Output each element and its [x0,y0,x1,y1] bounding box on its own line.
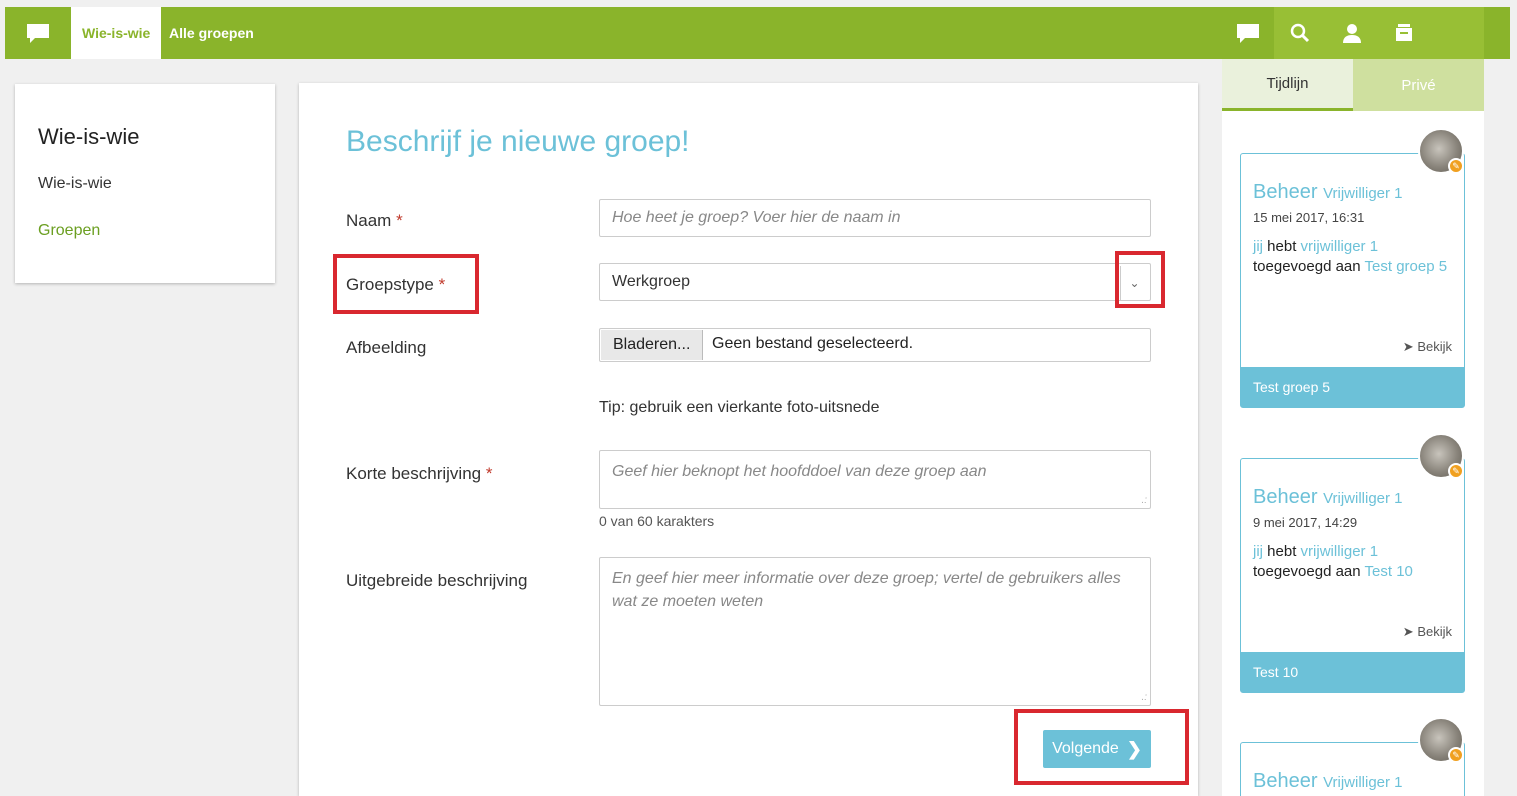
user-icon [1343,24,1361,43]
view-link-label: Bekijk [1417,339,1452,354]
object-link[interactable]: vrijwilliger 1 [1301,238,1379,255]
view-link[interactable]: ➤ Bekijk [1403,339,1452,355]
profile-button[interactable] [1326,7,1378,59]
actor-link[interactable]: jij [1253,238,1263,255]
avatar[interactable]: ✎ [1418,128,1464,174]
file-status: Geen bestand geselecteerd. [712,335,914,352]
sidebar-item-wie-is-wie[interactable]: Wie-is-wie [38,175,112,193]
long-description-textarea[interactable]: En geef hier meer informatie over deze g… [599,557,1151,706]
name-label: Naam * [346,211,403,231]
long-description-placeholder: En geef hier meer informatie over deze g… [612,570,1121,610]
activity-panel: Tijdlijn Privé ✎ Beheer Vrijwilliger 1 1… [1222,59,1484,796]
top-navigation-bar: Wie-is-wie Alle groepen [5,7,1510,59]
message-phrase: toegevoegd aan [1253,258,1361,275]
edit-badge-icon: ✎ [1448,463,1464,479]
chat-toggle-button[interactable] [1222,7,1274,59]
message-verb: hebt [1267,543,1297,560]
long-description-label: Uitgebreide beschrijving [346,571,528,590]
author-role: Vrijwilliger 1 [1323,185,1403,202]
image-label: Afbeelding [346,338,427,357]
name-input-placeholder: Hoe heet je groep? Voer hier de naam in [612,209,901,226]
author-name: Beheer [1253,770,1318,792]
browse-button[interactable]: Bladeren... [601,330,704,360]
target-link[interactable]: Test groep 5 [1365,258,1448,275]
group-type-select[interactable]: Werkgroep ⌄ [599,263,1151,301]
image-tip: Tip: gebruik een vierkante foto-uitsnede [599,399,880,416]
sidebar-title: Wie-is-wie [38,124,140,149]
avatar[interactable]: ✎ [1418,717,1464,763]
activity-card: ✎ Beheer Vrijwilliger 1 [1240,717,1465,796]
chat-button[interactable] [5,7,71,59]
tab-tijdlijn[interactable]: Tijdlijn [1222,59,1353,111]
activity-card: ✎ Beheer Vrijwilliger 1 15 mei 2017, 16:… [1240,128,1465,408]
author-role: Vrijwilliger 1 [1323,490,1403,507]
required-mark: * [396,211,403,230]
name-label-text: Naam [346,211,392,230]
chat-icon [1237,24,1259,43]
activity-group-footer[interactable]: Test groep 5 [1241,367,1464,407]
resize-handle-icon[interactable]: .: [1141,693,1147,703]
author-name: Beheer [1253,181,1318,203]
activity-message: jij hebt vrijwilliger 1 toegevoegd aan T… [1253,237,1452,277]
inbox-icon [1396,24,1412,41]
short-description-textarea[interactable]: Geef hier beknopt het hoofddoel van deze… [599,450,1151,509]
sidebar-item-groepen[interactable]: Groepen [38,222,100,240]
activity-group-footer[interactable]: Test 10 [1241,652,1464,692]
search-icon [1290,23,1310,43]
nav-tab-wie-is-wie[interactable]: Wie-is-wie [71,7,162,59]
resize-handle-icon[interactable]: .: [1141,496,1147,506]
short-description-label-text: Korte beschrijving [346,464,482,483]
new-group-form: Beschrijf je nieuwe groep! Naam * Hoe he… [299,83,1198,796]
edit-badge-icon: ✎ [1448,158,1464,174]
name-input[interactable]: Hoe heet je groep? Voer hier de naam in [599,199,1151,237]
character-counter: 0 van 60 karakters [599,513,715,529]
tab-prive[interactable]: Privé [1353,59,1484,111]
search-button[interactable] [1274,7,1326,59]
activity-author[interactable]: Beheer Vrijwilliger 1 [1253,486,1403,509]
image-file-input[interactable]: Bladeren... Geen bestand geselecteerd. [599,328,1151,362]
author-name: Beheer [1253,486,1318,508]
highlight-group-type-label [333,254,479,314]
highlight-select-arrow [1115,251,1165,308]
avatar[interactable]: ✎ [1418,433,1464,479]
chat-icon [27,24,49,43]
message-phrase: toegevoegd aan [1253,563,1361,580]
message-verb: hebt [1267,238,1297,255]
share-arrow-icon: ➤ [1402,339,1414,354]
activity-author[interactable]: Beheer Vrijwilliger 1 [1253,181,1403,204]
sidebar-card: Wie-is-wie Wie-is-wie Groepen [15,84,275,283]
activity-tabs: Tijdlijn Privé [1222,59,1484,111]
inbox-button[interactable] [1378,7,1430,59]
nav-tab-alle-groepen[interactable]: Alle groepen [169,7,254,59]
activity-message: jij hebt vrijwilliger 1 toegevoegd aan T… [1253,542,1452,582]
object-link[interactable]: vrijwilliger 1 [1301,543,1379,560]
page-title: Beschrijf je nieuwe groep! [346,125,690,158]
highlight-next-button [1014,709,1189,785]
view-link[interactable]: ➤ Bekijk [1403,624,1452,640]
top-right-icons [1222,7,1484,59]
activity-time: 9 mei 2017, 14:29 [1253,515,1358,530]
target-link[interactable]: Test 10 [1365,563,1413,580]
group-type-value: Werkgroep [612,273,690,290]
activity-author[interactable]: Beheer Vrijwilliger 1 [1253,770,1403,793]
actor-link[interactable]: jij [1253,543,1263,560]
author-role: Vrijwilliger 1 [1323,774,1403,791]
activity-time: 15 mei 2017, 16:31 [1253,210,1365,225]
short-description-label: Korte beschrijving * [346,464,492,484]
view-link-label: Bekijk [1417,624,1452,639]
short-description-placeholder: Geef hier beknopt het hoofddoel van deze… [612,463,987,480]
edit-badge-icon: ✎ [1448,747,1464,763]
activity-card: ✎ Beheer Vrijwilliger 1 9 mei 2017, 14:2… [1240,433,1465,693]
share-arrow-icon: ➤ [1402,624,1414,639]
required-mark: * [485,464,493,483]
